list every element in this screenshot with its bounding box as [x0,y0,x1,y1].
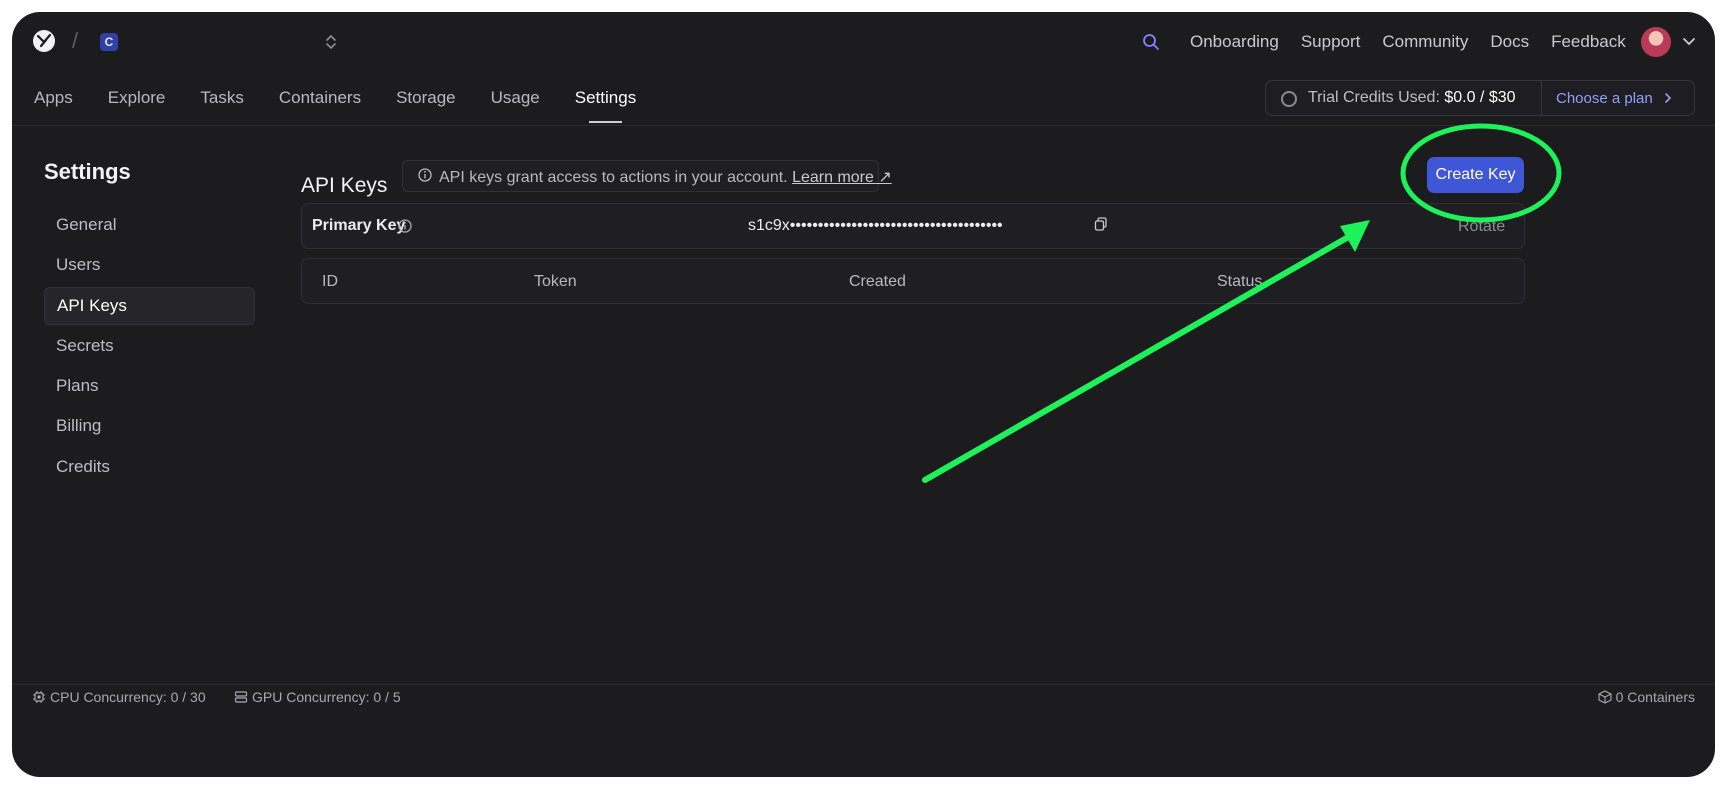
gpu-concurrency-text: GPU Concurrency: 0 / 5 [252,689,401,705]
app-window: / C Onboarding Support Community Docs Fe… [12,12,1715,777]
gpu-concurrency: GPU Concurrency: 0 / 5 [234,689,401,705]
box-icon [1598,690,1612,704]
cpu-concurrency-text: CPU Concurrency: 0 / 30 [50,689,206,705]
containers-text: 0 Containers [1615,689,1695,705]
annotation-overlay [922,123,1562,483]
server-icon [234,691,248,703]
cpu-concurrency: CPU Concurrency: 0 / 30 [32,689,206,705]
annotation-arrow-shaft [922,229,1360,483]
containers-count: 0 Containers [1598,689,1695,705]
cpu-icon [33,691,45,703]
status-bar: CPU Concurrency: 0 / 30 GPU Concurrency:… [12,684,1715,709]
highlight-circle [1400,123,1562,223]
